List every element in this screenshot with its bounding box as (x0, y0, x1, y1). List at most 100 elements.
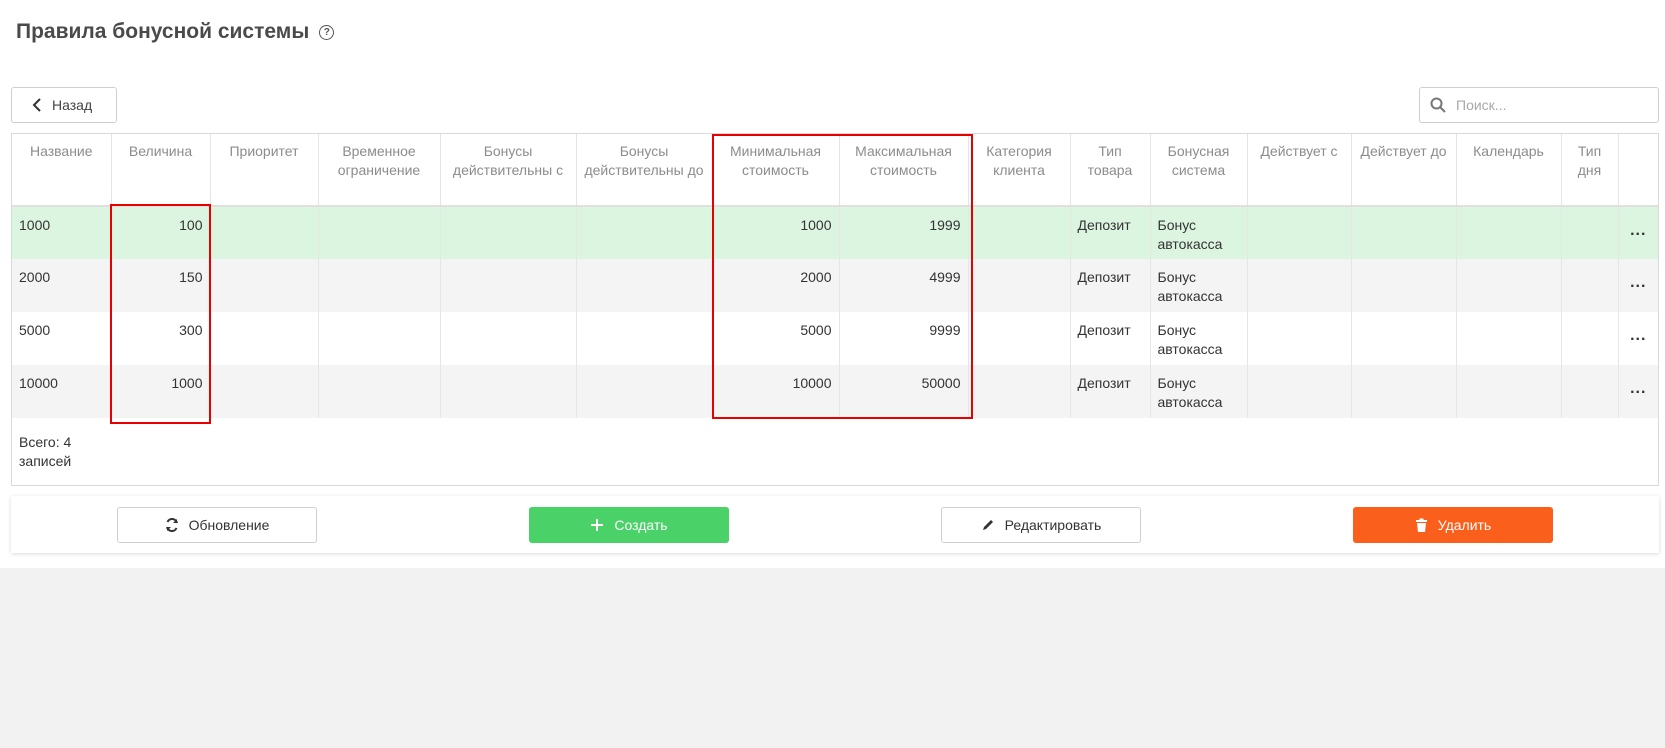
cell-client-category (968, 259, 1071, 312)
col-header-value[interactable]: Величина (111, 134, 211, 207)
cell-product-type: Депозит (1070, 312, 1151, 365)
cell-bonus-valid-from (440, 259, 577, 312)
cell-day-type (1561, 312, 1619, 365)
cell-time-limit (318, 365, 441, 418)
plus-icon (590, 518, 604, 532)
create-button[interactable]: Создать (529, 507, 729, 543)
question-circle-icon[interactable]: ? (319, 24, 335, 40)
trash-icon (1415, 518, 1428, 532)
create-button-label: Создать (614, 517, 668, 533)
col-header-actions (1618, 134, 1658, 207)
cell-bonus-system: Бонус автокасса (1150, 312, 1248, 365)
col-header-min-cost[interactable]: Минимальная стоимость (712, 134, 840, 207)
cell-name: 2000 (12, 259, 112, 312)
cell-max-cost: 9999 (839, 312, 969, 365)
refresh-button[interactable]: Обновление (117, 507, 317, 543)
cell-min-cost: 5000 (712, 312, 840, 365)
row-menu-button[interactable]: ... (1618, 312, 1658, 365)
cell-product-type: Депозит (1070, 259, 1151, 312)
refresh-button-label: Обновление (188, 517, 270, 533)
cell-time-limit (318, 312, 441, 365)
edit-button[interactable]: Редактировать (941, 507, 1141, 543)
cell-name: 5000 (12, 312, 112, 365)
page-title: Правила бонусной системы (16, 20, 310, 43)
back-button[interactable]: Назад (11, 87, 117, 123)
table-row[interactable]: 10000 1000 10000 50000 Депозит Бонус авт… (12, 365, 1658, 418)
col-header-client-category[interactable]: Категория клиента (968, 134, 1071, 207)
cell-value: 1000 (111, 365, 211, 418)
col-header-day-type[interactable]: Тип дня (1561, 134, 1619, 207)
col-header-product-type[interactable]: Тип товара (1070, 134, 1151, 207)
cell-min-cost: 10000 (712, 365, 840, 418)
search-icon (1430, 97, 1446, 113)
cell-bonus-valid-to (576, 259, 713, 312)
cell-value: 150 (111, 259, 211, 312)
cell-product-type: Депозит (1070, 365, 1151, 418)
cell-active-from (1247, 259, 1352, 312)
cell-bonus-valid-to (576, 206, 713, 259)
cell-priority (210, 206, 319, 259)
pencil-icon (981, 518, 995, 532)
cell-day-type (1561, 206, 1619, 259)
col-header-name[interactable]: Название (12, 134, 112, 207)
cell-product-type: Депозит (1070, 206, 1151, 259)
cell-time-limit (318, 259, 441, 312)
refresh-icon (165, 518, 179, 532)
cell-max-cost: 1999 (839, 206, 969, 259)
row-menu-button[interactable]: ... (1618, 206, 1658, 259)
cell-day-type (1561, 365, 1619, 418)
search-box[interactable] (1419, 87, 1659, 123)
cell-priority (210, 312, 319, 365)
back-button-label: Назад (52, 97, 93, 113)
col-header-bonus-valid-to[interactable]: Бонусы действительны до (576, 134, 713, 207)
cell-min-cost: 1000 (712, 206, 840, 259)
col-header-calendar[interactable]: Календарь (1456, 134, 1562, 207)
col-header-time-limit[interactable]: Временное ограничение (318, 134, 441, 207)
table-row[interactable]: 1000 100 1000 1999 Депозит Бонус автокас… (12, 206, 1658, 259)
page-panel: Правила бонусной системы ? Назад Названи… (0, 0, 1665, 568)
cell-calendar (1456, 259, 1562, 312)
table-row[interactable]: 5000 300 5000 9999 Депозит Бонус автокас… (12, 312, 1658, 365)
title-row: Правила бонусной системы ? (16, 20, 335, 44)
cell-max-cost: 4999 (839, 259, 969, 312)
cell-bonus-valid-from (440, 206, 577, 259)
cell-bonus-valid-to (576, 312, 713, 365)
col-header-active-from[interactable]: Действует с (1247, 134, 1352, 207)
cell-client-category (968, 312, 1071, 365)
cell-client-category (968, 206, 1071, 259)
col-header-active-to[interactable]: Действует до (1351, 134, 1457, 207)
col-header-bonus-system[interactable]: Бонусная система (1150, 134, 1248, 207)
cell-calendar (1456, 312, 1562, 365)
cell-client-category (968, 365, 1071, 418)
cell-active-to (1351, 206, 1457, 259)
col-header-bonus-valid-from[interactable]: Бонусы действительны с (440, 134, 577, 207)
col-header-max-cost[interactable]: Максимальная стоимость (839, 134, 969, 207)
cell-priority (210, 259, 319, 312)
table-row[interactable]: 2000 150 2000 4999 Депозит Бонус автокас… (12, 259, 1658, 312)
cell-active-from (1247, 312, 1352, 365)
action-bar: Обновление Создать Редактировать Удалить (11, 496, 1659, 553)
edit-button-label: Редактировать (1004, 517, 1102, 533)
cell-day-type (1561, 259, 1619, 312)
chevron-left-icon (32, 98, 42, 112)
cell-bonus-system: Бонус автокасса (1150, 206, 1248, 259)
cell-bonus-valid-from (440, 365, 577, 418)
cell-max-cost: 50000 (839, 365, 969, 418)
cell-name: 10000 (12, 365, 112, 418)
cell-value: 300 (111, 312, 211, 365)
table-header-row: Название Величина Приоритет Временное ог… (12, 134, 1658, 207)
cell-bonus-valid-to (576, 365, 713, 418)
cell-active-from (1247, 206, 1352, 259)
search-input[interactable] (1454, 96, 1648, 114)
row-menu-button[interactable]: ... (1618, 365, 1658, 418)
col-header-priority[interactable]: Приоритет (210, 134, 319, 207)
cell-value: 100 (111, 206, 211, 259)
cell-priority (210, 365, 319, 418)
cell-name: 1000 (12, 206, 112, 259)
cell-active-to (1351, 365, 1457, 418)
records-total: Всего: 4 записей (19, 434, 72, 469)
delete-button-label: Удалить (1437, 517, 1492, 533)
cell-time-limit (318, 206, 441, 259)
row-menu-button[interactable]: ... (1618, 259, 1658, 312)
delete-button[interactable]: Удалить (1353, 507, 1553, 543)
